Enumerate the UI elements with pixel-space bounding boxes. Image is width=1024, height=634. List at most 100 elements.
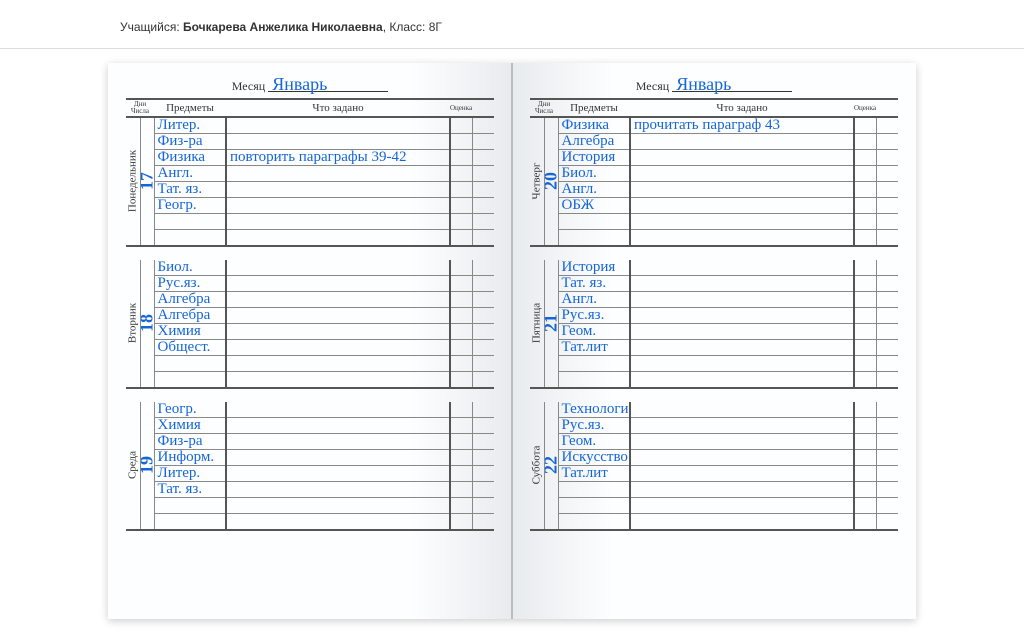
diary-row: Геогр.	[126, 198, 494, 214]
homework-cell	[226, 434, 450, 450]
grade-cell	[450, 434, 472, 450]
subject-cell: Тат.лит	[558, 466, 630, 482]
sign-cell	[876, 402, 898, 418]
subject-cell	[558, 356, 630, 372]
diary-table: ДниЧислаПредметыЧто заданоОценкаЧетверг2…	[530, 98, 898, 531]
col-header-grade: Оценка	[854, 99, 876, 117]
sign-cell	[876, 308, 898, 324]
diary-row: Тат.лит	[530, 340, 898, 356]
grade-cell	[450, 324, 472, 340]
grade-cell	[854, 134, 876, 150]
grade-cell	[450, 182, 472, 198]
subject-cell: Алгебра	[154, 308, 226, 324]
homework-cell	[630, 340, 854, 356]
diary-row: Геом.	[530, 434, 898, 450]
day-of-week: Пятница	[530, 260, 544, 388]
day-of-week: Понедельник	[126, 117, 140, 246]
diary-row: Искусство	[530, 450, 898, 466]
homework-cell	[226, 418, 450, 434]
subject-cell: Англ.	[558, 292, 630, 308]
diary-row	[530, 372, 898, 388]
subject-cell: Общест.	[154, 340, 226, 356]
subject-cell: Химия	[154, 324, 226, 340]
sign-cell	[472, 166, 494, 182]
subject-cell: Физика	[154, 150, 226, 166]
sign-cell	[472, 276, 494, 292]
diary-row	[126, 230, 494, 246]
subject-cell: История	[558, 150, 630, 166]
col-header-subject: Предметы	[558, 99, 630, 117]
sign-cell	[472, 498, 494, 514]
subject-cell: Геогр.	[154, 198, 226, 214]
grade-cell	[450, 308, 472, 324]
grade-cell	[854, 482, 876, 498]
grade-cell	[854, 166, 876, 182]
subject-cell	[558, 514, 630, 530]
col-header-grade: Оценка	[450, 99, 472, 117]
homework-cell	[226, 214, 450, 230]
subject-cell: Геом.	[558, 324, 630, 340]
grade-cell	[854, 418, 876, 434]
grade-cell	[854, 214, 876, 230]
diary-row: Англ.	[126, 166, 494, 182]
subject-cell: Искусство	[558, 450, 630, 466]
sign-cell	[876, 482, 898, 498]
homework-cell	[226, 372, 450, 388]
month-value: Январь	[268, 77, 388, 92]
col-header-sign	[876, 99, 898, 117]
grade-cell	[854, 150, 876, 166]
grade-cell	[854, 340, 876, 356]
subject-cell: Тат. яз.	[558, 276, 630, 292]
subject-cell: Тат. яз.	[154, 482, 226, 498]
class-value: 8Г	[429, 20, 442, 34]
sign-cell	[472, 324, 494, 340]
grade-cell	[450, 372, 472, 388]
diary-row: Алгебра	[126, 292, 494, 308]
diary-row: Четверг20Физикапрочитать параграф 43	[530, 117, 898, 134]
sign-cell	[472, 466, 494, 482]
homework-cell	[630, 418, 854, 434]
subject-cell: Биол.	[154, 260, 226, 276]
homework-cell	[226, 324, 450, 340]
sign-cell	[876, 214, 898, 230]
sign-cell	[472, 356, 494, 372]
col-header-subject: Предметы	[154, 99, 226, 117]
subject-cell: Информ.	[154, 450, 226, 466]
homework-cell	[226, 356, 450, 372]
subject-cell: Рус.яз.	[558, 308, 630, 324]
student-header: Учащийся: Бочкарева Анжелика Николаевна,…	[0, 0, 1024, 49]
diary-row: Информ.	[126, 450, 494, 466]
grade-cell	[854, 434, 876, 450]
grade-cell	[450, 292, 472, 308]
sign-cell	[876, 418, 898, 434]
homework-cell	[630, 276, 854, 292]
diary-row	[126, 214, 494, 230]
subject-cell	[154, 514, 226, 530]
sign-cell	[472, 450, 494, 466]
homework-cell	[226, 182, 450, 198]
student-name: Бочкарева Анжелика Николаевна	[183, 20, 383, 34]
diary-row: Англ.	[530, 182, 898, 198]
sign-cell	[876, 340, 898, 356]
subject-cell: Геогр.	[154, 402, 226, 418]
diary-row	[126, 514, 494, 530]
grade-cell	[854, 276, 876, 292]
diary-row: ОБЖ	[530, 198, 898, 214]
diary-row: Литер.	[126, 466, 494, 482]
grade-cell	[450, 134, 472, 150]
diary-row: Англ.	[530, 292, 898, 308]
subject-cell	[558, 482, 630, 498]
subject-cell: Тат.лит	[558, 340, 630, 356]
diary-row	[126, 356, 494, 372]
grade-cell	[854, 182, 876, 198]
homework-cell	[630, 498, 854, 514]
diary-row	[530, 514, 898, 530]
homework-cell: прочитать параграф 43	[630, 117, 854, 134]
diary-row: Алгебра	[126, 308, 494, 324]
book-spine	[511, 63, 513, 619]
diary-row: Суббота22Технологи	[530, 402, 898, 418]
diary-row	[530, 498, 898, 514]
month-label: Месяц	[232, 79, 265, 94]
grade-cell	[450, 466, 472, 482]
subject-cell	[558, 214, 630, 230]
